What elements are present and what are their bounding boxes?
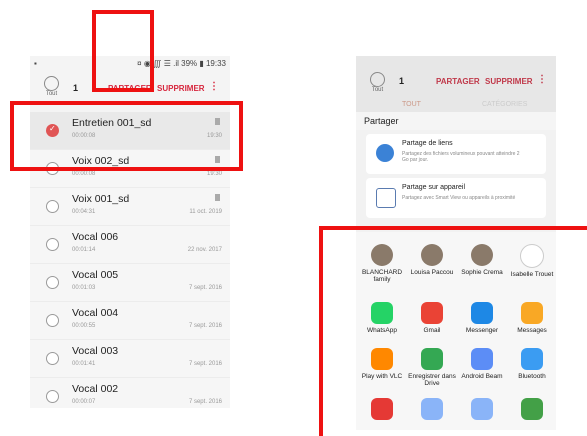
tab-all[interactable]: TOUT bbox=[402, 101, 421, 108]
share-sheet-title: Partager bbox=[356, 112, 556, 130]
more-options-icon[interactable]: ⋮ bbox=[537, 74, 547, 85]
more-options-icon[interactable]: ⋮ bbox=[209, 81, 219, 92]
recording-date: 22 nov. 2017 bbox=[187, 247, 222, 253]
selected-count: 1 bbox=[399, 76, 405, 86]
recording-checkbox[interactable] bbox=[46, 314, 59, 327]
select-all[interactable]: Tout bbox=[370, 72, 385, 93]
sd-card-icon bbox=[215, 194, 220, 201]
recording-duration: 00:01:14 bbox=[72, 247, 96, 253]
recording-date: 7 sept. 2016 bbox=[188, 361, 222, 367]
select-all-label: Tout bbox=[45, 91, 58, 97]
recording-duration: 00:01:41 bbox=[72, 361, 96, 367]
recording-checkbox[interactable] bbox=[46, 238, 59, 251]
recording-checkbox[interactable] bbox=[46, 390, 59, 403]
recording-row[interactable]: Vocal 002 00:00:07 7 sept. 2016 bbox=[30, 378, 230, 408]
device-share-description: Partagez avec Smart View ou appareils à … bbox=[402, 195, 516, 201]
tab-categories[interactable]: CATÉGORIES bbox=[482, 101, 527, 108]
recording-title: Vocal 006 bbox=[72, 231, 119, 243]
link-share-title: Partage de liens bbox=[402, 140, 453, 147]
link-share-description: Partagez des fichiers volumineux pouvant… bbox=[402, 151, 520, 163]
link-share-option[interactable]: Partage de liens Partagez des fichiers v… bbox=[366, 134, 546, 174]
recording-duration: 00:01:03 bbox=[72, 285, 96, 291]
recording-row[interactable]: Vocal 003 00:01:41 7 sept. 2016 bbox=[30, 340, 230, 378]
recording-date: 11 oct. 2019 bbox=[189, 209, 222, 215]
recording-row[interactable]: Vocal 005 00:01:03 7 sept. 2016 bbox=[30, 264, 230, 302]
select-all[interactable]: Tout bbox=[44, 76, 59, 97]
delete-button[interactable]: SUPPRIMER bbox=[485, 77, 533, 86]
recording-date: 7 sept. 2016 bbox=[188, 399, 222, 405]
device-share-option[interactable]: Partage sur appareil Partagez avec Smart… bbox=[366, 178, 546, 218]
recording-duration: 00:00:55 bbox=[72, 323, 96, 329]
device-share-title: Partage sur appareil bbox=[402, 184, 466, 191]
selected-count: 1 bbox=[73, 83, 79, 93]
highlight-share-button bbox=[92, 10, 154, 92]
recording-title: Vocal 003 bbox=[72, 345, 119, 357]
highlight-selected-recording bbox=[10, 101, 243, 171]
recording-duration: 00:00:07 bbox=[72, 399, 96, 405]
gallery-icon: ▪ bbox=[34, 58, 37, 68]
recording-duration: 00:04:31 bbox=[72, 209, 96, 215]
highlight-share-targets bbox=[319, 226, 587, 436]
delete-button[interactable]: SUPPRIMER bbox=[157, 84, 205, 93]
recording-title: Vocal 002 bbox=[72, 383, 119, 395]
tabs-bar: TOUT CATÉGORIES bbox=[356, 98, 556, 112]
share-button[interactable]: PARTAGER bbox=[436, 77, 480, 86]
recording-checkbox[interactable] bbox=[46, 352, 59, 365]
select-all-checkbox[interactable] bbox=[370, 72, 385, 87]
recording-title: Vocal 004 bbox=[72, 307, 119, 319]
recording-row[interactable]: Vocal 006 00:01:14 22 nov. 2017 bbox=[30, 226, 230, 264]
recording-row[interactable]: Voix 001_sd 00:04:31 11 oct. 2019 bbox=[30, 188, 230, 226]
recording-date: 7 sept. 2016 bbox=[188, 285, 222, 291]
recording-checkbox[interactable] bbox=[46, 276, 59, 289]
recording-title: Voix 001_sd bbox=[72, 193, 130, 205]
device-share-icon bbox=[376, 188, 396, 208]
select-all-checkbox[interactable] bbox=[44, 76, 59, 91]
recording-row[interactable]: Vocal 004 00:00:55 7 sept. 2016 bbox=[30, 302, 230, 340]
select-all-label: Tout bbox=[371, 87, 384, 93]
cloud-link-icon bbox=[376, 144, 394, 162]
recording-date: 7 sept. 2016 bbox=[188, 323, 222, 329]
recording-duration: 00:00:08 bbox=[72, 171, 96, 177]
recording-date: 19:30 bbox=[206, 171, 222, 177]
recording-checkbox[interactable] bbox=[46, 200, 59, 213]
selection-toolbar-dimmed: Tout 1 PARTAGER SUPPRIMER ⋮ bbox=[356, 56, 556, 98]
recording-title: Vocal 005 bbox=[72, 269, 119, 281]
